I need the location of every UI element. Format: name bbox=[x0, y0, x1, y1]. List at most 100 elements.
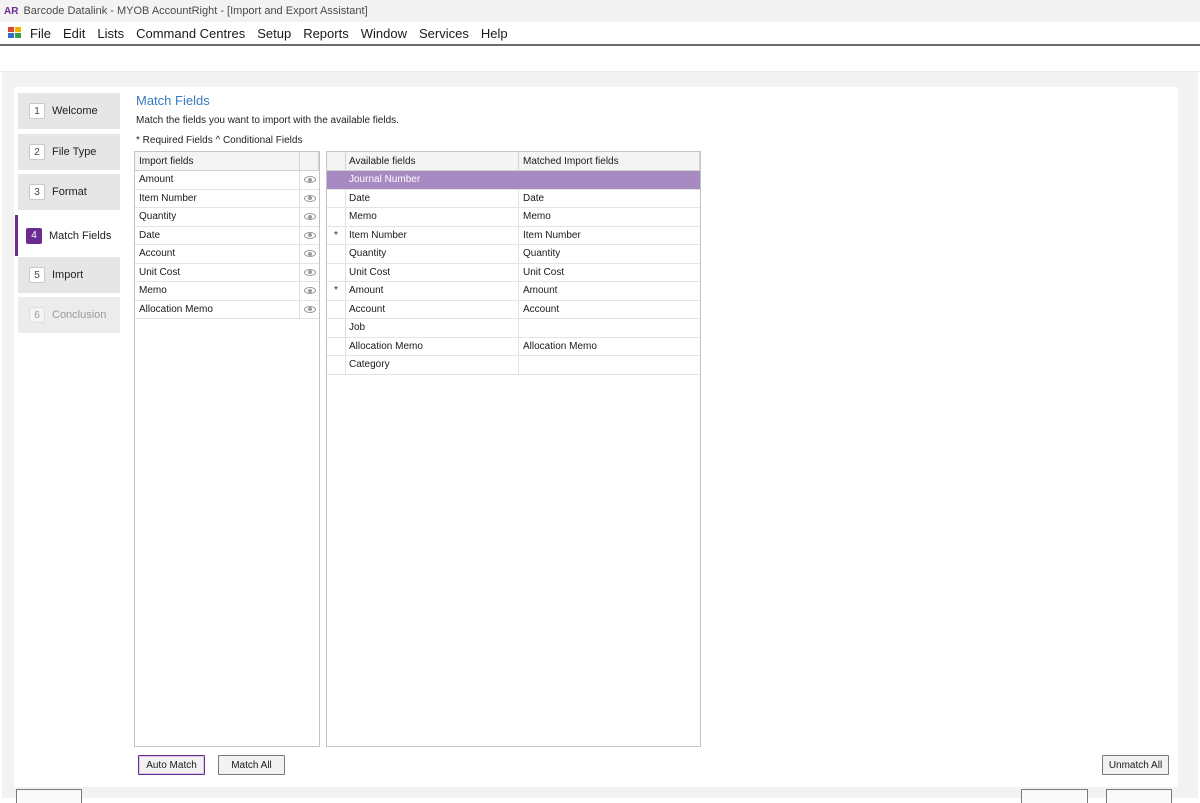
import-field-row[interactable]: Amount bbox=[135, 171, 319, 190]
available-field-row[interactable]: Job bbox=[327, 319, 700, 338]
available-field-row[interactable]: Account Account bbox=[327, 300, 700, 319]
column-header-matched-fields[interactable]: Matched Import fields bbox=[519, 152, 700, 170]
step-number: 4 bbox=[26, 227, 42, 244]
menu-services[interactable]: Services bbox=[419, 26, 469, 41]
required-marker bbox=[327, 300, 346, 318]
required-marker bbox=[327, 356, 346, 374]
menu-edit[interactable]: Edit bbox=[63, 26, 85, 41]
menu-help[interactable]: Help bbox=[481, 26, 508, 41]
available-field-row[interactable]: Allocation Memo Allocation Memo bbox=[327, 337, 700, 356]
column-header-preview bbox=[300, 152, 319, 170]
step-welcome[interactable]: 1 Welcome bbox=[18, 93, 120, 129]
menu-lists[interactable]: Lists bbox=[97, 26, 124, 41]
menu-bar: File Edit Lists Command Centres Setup Re… bbox=[0, 22, 1200, 44]
page-title: Match Fields bbox=[136, 93, 210, 108]
step-label: File Type bbox=[52, 146, 97, 158]
available-field-row[interactable]: Memo Memo bbox=[327, 208, 700, 227]
grid-header: Import fields bbox=[135, 152, 319, 171]
import-field-row[interactable]: Allocation Memo bbox=[135, 300, 319, 319]
grid-header: Available fields Matched Import fields bbox=[327, 152, 700, 171]
column-header-available-fields[interactable]: Available fields bbox=[346, 152, 519, 170]
preview-eye-icon[interactable] bbox=[300, 208, 319, 226]
matched-import-field[interactable]: Amount bbox=[519, 282, 700, 300]
menu-reports[interactable]: Reports bbox=[303, 26, 349, 41]
column-header-required bbox=[327, 152, 346, 170]
step-number: 6 bbox=[29, 307, 45, 323]
column-header-import-fields[interactable]: Import fields bbox=[135, 152, 300, 170]
unmatch-all-button[interactable]: Unmatch All bbox=[1102, 755, 1169, 775]
import-field-row[interactable]: Date bbox=[135, 226, 319, 245]
toolbar-strip bbox=[0, 46, 1200, 72]
step-number: 5 bbox=[29, 267, 45, 283]
step-format[interactable]: 3 Format bbox=[18, 174, 120, 210]
next-button[interactable] bbox=[1106, 789, 1172, 803]
match-all-button[interactable]: Match All bbox=[218, 755, 285, 775]
auto-match-button[interactable]: Auto Match bbox=[138, 755, 205, 775]
matched-import-field[interactable]: Quantity bbox=[519, 245, 700, 263]
preview-eye-icon[interactable] bbox=[300, 190, 319, 208]
available-field-row[interactable]: * Item Number Item Number bbox=[327, 226, 700, 245]
available-field-row[interactable]: Unit Cost Unit Cost bbox=[327, 263, 700, 282]
step-import[interactable]: 5 Import bbox=[18, 257, 120, 293]
window-title: Barcode Datalink - MYOB AccountRight - [… bbox=[23, 5, 368, 17]
import-field-name: Item Number bbox=[135, 189, 300, 207]
required-marker bbox=[327, 319, 346, 337]
matched-import-field[interactable] bbox=[519, 171, 700, 189]
preview-eye-icon[interactable] bbox=[300, 227, 319, 245]
available-field-name: Memo bbox=[346, 208, 519, 226]
preview-eye-icon[interactable] bbox=[300, 171, 319, 189]
import-field-row[interactable]: Account bbox=[135, 245, 319, 264]
menu-command-centres[interactable]: Command Centres bbox=[136, 26, 245, 41]
step-number: 3 bbox=[29, 184, 45, 200]
step-conclusion: 6 Conclusion bbox=[18, 297, 120, 333]
menu-setup[interactable]: Setup bbox=[257, 26, 291, 41]
menu-file[interactable]: File bbox=[30, 26, 51, 41]
available-field-row[interactable]: Quantity Quantity bbox=[327, 245, 700, 264]
import-fields-grid[interactable]: Import fields Amount Item Number Quantity D… bbox=[134, 151, 320, 747]
available-field-name: Job bbox=[346, 319, 519, 337]
import-field-row[interactable]: Unit Cost bbox=[135, 263, 319, 282]
step-label: Conclusion bbox=[52, 309, 107, 321]
matched-import-field[interactable]: Allocation Memo bbox=[519, 338, 700, 356]
menu-window[interactable]: Window bbox=[361, 26, 407, 41]
available-field-name: Date bbox=[346, 189, 519, 207]
available-field-name: Account bbox=[346, 300, 519, 318]
cancel-button[interactable] bbox=[16, 789, 82, 803]
available-fields-grid[interactable]: Available fields Matched Import fields J… bbox=[326, 151, 701, 747]
required-marker bbox=[327, 337, 346, 355]
required-marker bbox=[327, 245, 346, 263]
matched-import-field[interactable]: Memo bbox=[519, 208, 700, 226]
available-field-row[interactable]: Date Date bbox=[327, 189, 700, 208]
matched-import-field[interactable]: Item Number bbox=[519, 227, 700, 245]
app-badge: AR bbox=[4, 5, 19, 17]
available-field-row[interactable]: Category bbox=[327, 356, 700, 375]
step-label: Import bbox=[52, 269, 84, 281]
back-button[interactable] bbox=[1021, 789, 1088, 803]
matched-import-field[interactable]: Unit Cost bbox=[519, 264, 700, 282]
preview-eye-icon[interactable] bbox=[300, 282, 319, 300]
app-menu-icon[interactable] bbox=[8, 27, 22, 39]
import-field-row[interactable]: Item Number bbox=[135, 189, 319, 208]
preview-eye-icon[interactable] bbox=[300, 264, 319, 282]
step-match-fields[interactable]: 4 Match Fields bbox=[15, 215, 120, 256]
matched-import-field[interactable]: Date bbox=[519, 190, 700, 208]
available-field-row[interactable]: Journal Number bbox=[327, 171, 700, 190]
title-bar: AR Barcode Datalink - MYOB AccountRight … bbox=[0, 0, 1200, 22]
matched-import-field[interactable] bbox=[519, 356, 700, 374]
field-legend: * Required Fields ^ Conditional Fields bbox=[136, 135, 303, 146]
import-field-name: Quantity bbox=[135, 208, 300, 226]
preview-eye-icon[interactable] bbox=[300, 301, 319, 319]
available-field-name: Allocation Memo bbox=[346, 337, 519, 355]
matched-import-field[interactable] bbox=[519, 319, 700, 337]
workspace: 1 Welcome 2 File Type 3 Format 4 Match F… bbox=[2, 72, 1198, 798]
available-field-row[interactable]: * Amount Amount bbox=[327, 282, 700, 301]
matched-import-field[interactable]: Account bbox=[519, 301, 700, 319]
import-field-name: Allocation Memo bbox=[135, 300, 300, 318]
import-field-row[interactable]: Memo bbox=[135, 282, 319, 301]
step-number: 1 bbox=[29, 103, 45, 119]
import-field-row[interactable]: Quantity bbox=[135, 208, 319, 227]
preview-eye-icon[interactable] bbox=[300, 245, 319, 263]
step-file-type[interactable]: 2 File Type bbox=[18, 134, 120, 170]
import-field-name: Unit Cost bbox=[135, 263, 300, 281]
required-marker bbox=[327, 263, 346, 281]
